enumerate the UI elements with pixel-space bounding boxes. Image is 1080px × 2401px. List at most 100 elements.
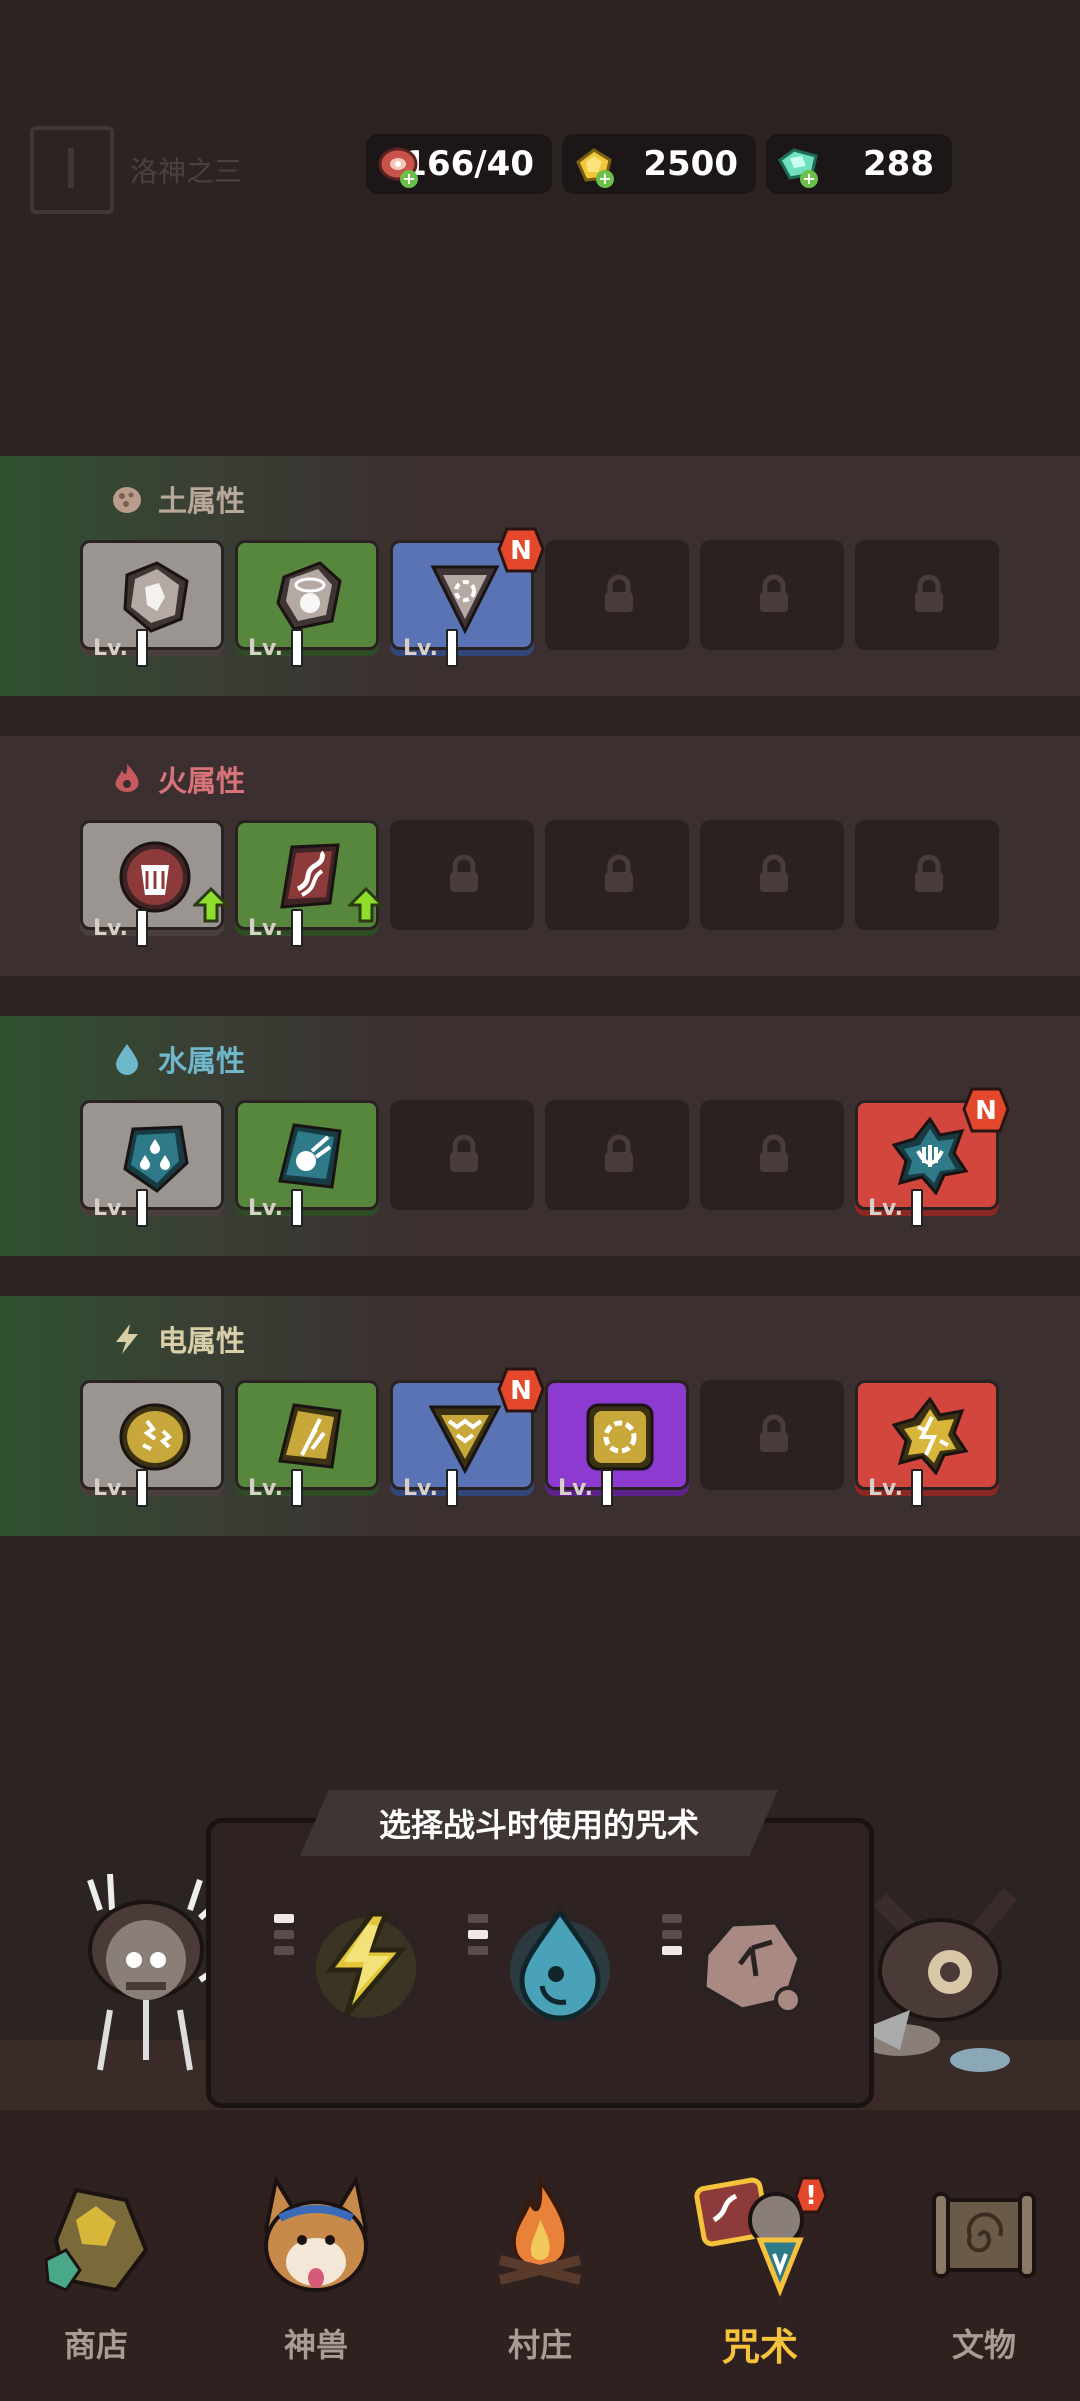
lock-icon (915, 574, 943, 612)
nav-label: 神兽 (283, 2326, 348, 2364)
spell-tier-indicator (468, 1914, 488, 1962)
spell-level: Lv. (93, 1469, 148, 1507)
nav-relics[interactable]: 文物 (894, 2160, 1074, 2400)
section-water: 水属性 Lv. Lv. N Lv. (0, 1016, 1080, 1256)
spell-level: Lv. (248, 629, 303, 667)
spell-slot-electric-6[interactable]: Lv. (855, 1380, 999, 1507)
section-title: 土属性 (158, 484, 246, 518)
stage-badge-icon (30, 126, 114, 214)
spell-tier-indicator (662, 1914, 682, 1962)
fire-wave-spell-icon (280, 843, 340, 909)
locked-slot[interactable] (700, 540, 844, 650)
nav-beasts[interactable]: 神兽 (226, 2160, 406, 2400)
stage-title-text: 洛神之三 (130, 155, 243, 188)
gem-add-icon[interactable]: + (800, 170, 818, 188)
spell-slot-earth-3[interactable]: N Lv. (390, 527, 545, 667)
lightning-spell-icon[interactable] (306, 1904, 426, 2024)
gold-value: 2500 (643, 144, 738, 184)
gold-resource[interactable]: + 2500 (562, 134, 756, 194)
lightning-ring-spell-icon (586, 1403, 654, 1471)
lock-icon (605, 854, 633, 892)
upgrade-arrow-icon (348, 887, 384, 923)
water-element-icon (116, 1044, 138, 1075)
spell-slot-water-1[interactable]: Lv. (80, 1100, 224, 1227)
section-earth: 土属性 Lv. Lv. N Lv. (0, 456, 1080, 696)
meat-value: 166/40 (403, 144, 534, 184)
water-orb-spell-icon (278, 1123, 342, 1189)
spell-level: Lv. (403, 1469, 458, 1507)
gem-value: 288 (863, 144, 934, 184)
section-fire: 火属性 Lv. Lv. (0, 736, 1080, 976)
lightning-star-spell-icon (892, 1397, 968, 1475)
spell-panel-title: 选择战斗时使用的咒术 (300, 1790, 778, 1856)
locked-slot[interactable] (390, 1100, 534, 1210)
spell-slot-electric-1[interactable]: Lv. (80, 1380, 224, 1507)
new-badge-icon: N (497, 1367, 545, 1413)
raindrops-spell-icon (123, 1125, 189, 1193)
spell-level: Lv. (93, 1189, 148, 1227)
campfire-icon (498, 2172, 582, 2285)
nav-village[interactable]: 村庄 (450, 2160, 630, 2400)
locked-slot[interactable] (545, 820, 689, 930)
spell-level: Lv. (868, 1189, 923, 1227)
lock-icon (605, 574, 633, 612)
gem-resource[interactable]: + 288 (766, 134, 952, 194)
spell-slot-electric-4[interactable]: Lv. (545, 1380, 689, 1507)
corgi-icon (263, 2174, 369, 2292)
locked-slot[interactable] (545, 540, 689, 650)
spell-level: Lv. (868, 1469, 923, 1507)
lightning-feather-spell-icon (278, 1403, 342, 1469)
fire-cup-spell-icon (119, 841, 191, 913)
scroll-icon (932, 2192, 1036, 2278)
earth-element-icon (113, 487, 141, 513)
lock-icon (450, 854, 478, 892)
meat-resource[interactable]: + 166/40 (366, 134, 552, 194)
spell-slot-electric-3[interactable]: N Lv. (390, 1367, 545, 1507)
lock-icon (760, 854, 788, 892)
spell-slot-electric-2[interactable]: Lv. (235, 1380, 379, 1507)
spell-slot-earth-2[interactable]: Lv. (235, 540, 379, 667)
svg-text:N: N (975, 1096, 997, 1126)
lock-icon (760, 574, 788, 612)
section-title: 电属性 (158, 1324, 246, 1358)
meat-add-icon[interactable]: + (400, 170, 418, 188)
locked-slot[interactable] (855, 820, 999, 930)
top-bar: 洛神之三 + 166/40 + 2500 + 288 (0, 0, 1080, 220)
lock-icon (760, 1414, 788, 1452)
spell-level: Lv. (248, 1469, 303, 1507)
rock-spell-icon[interactable] (690, 1904, 810, 2024)
locked-slot[interactable] (700, 1380, 844, 1490)
spell-level: Lv. (403, 629, 458, 667)
lightning-element-icon (116, 1324, 138, 1354)
nav-label: 文物 (951, 2326, 1016, 2364)
section-title: 火属性 (158, 764, 246, 798)
rock-spell-icon (123, 561, 189, 633)
svg-text:N: N (510, 1376, 532, 1406)
spell-tier-indicator (274, 1914, 294, 1962)
bottom-navigation: 商店 神兽 村庄 ! 咒术 文物 (0, 2160, 1080, 2401)
upgrade-arrow-icon (193, 887, 229, 923)
spell-slot-water-6[interactable]: N Lv. (855, 1087, 1010, 1227)
spark-spell-icon (119, 1403, 191, 1471)
svg-text:N: N (510, 536, 532, 566)
locked-slot[interactable] (855, 540, 999, 650)
spell-slot-earth-1[interactable]: Lv. (80, 540, 224, 667)
nav-shop[interactable]: 商店 (6, 2160, 186, 2400)
spell-level: Lv. (248, 909, 303, 947)
locked-slot[interactable] (390, 820, 534, 930)
section-title: 水属性 (158, 1044, 246, 1078)
new-badge-icon: N (497, 527, 545, 573)
nav-spells[interactable]: ! 咒术 (670, 2160, 850, 2400)
locked-slot[interactable] (700, 1100, 844, 1210)
spell-slot-fire-2[interactable]: Lv. (235, 820, 384, 947)
faded-stage-title: 洛神之三 (30, 126, 243, 214)
triangle-rock-spell-icon (430, 565, 500, 635)
water-drop-spell-icon[interactable] (500, 1904, 620, 2024)
locked-slot[interactable] (700, 820, 844, 930)
lock-icon (915, 854, 943, 892)
gold-add-icon[interactable]: + (596, 170, 614, 188)
locked-slot[interactable] (545, 1100, 689, 1210)
spell-slot-water-2[interactable]: Lv. (235, 1100, 379, 1227)
section-electric: 电属性 Lv. Lv. N Lv. Lv. Lv. (0, 1296, 1080, 1536)
spell-slot-fire-1[interactable]: Lv. (80, 820, 229, 947)
